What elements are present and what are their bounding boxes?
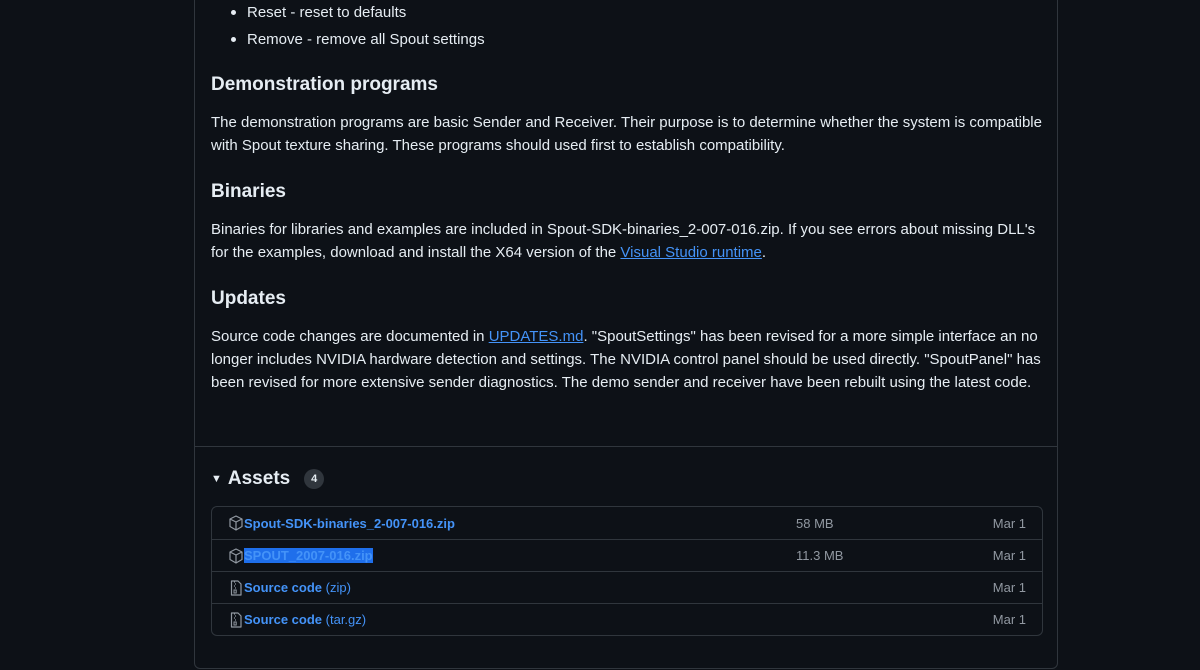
- asset-suffix: (zip): [322, 580, 351, 595]
- assets-list: Spout-SDK-binaries_2-007-016.zip 58 MB M…: [211, 506, 1043, 636]
- binaries-paragraph: Binaries for libraries and examples are …: [211, 218, 1051, 264]
- updates-paragraph: Source code changes are documented in UP…: [211, 325, 1051, 394]
- demo-paragraph: The demonstration programs are basic Sen…: [211, 114, 1042, 154]
- assets-count-badge: 4: [304, 469, 325, 489]
- asset-link[interactable]: Source code (zip): [244, 580, 351, 595]
- release-card: Reset - reset to defaults Remove - remov…: [194, 0, 1058, 669]
- asset-date: Mar 1: [992, 580, 1026, 595]
- asset-name: Source code: [244, 580, 323, 595]
- binaries-text-end: .: [761, 244, 767, 261]
- file-zip-icon: [228, 579, 244, 596]
- divider: [195, 446, 1057, 447]
- asset-date: Mar 1: [992, 612, 1026, 627]
- visual-studio-runtime-link[interactable]: Visual Studio runtime: [620, 244, 761, 261]
- asset-link[interactable]: Spout-SDK-binaries_2-007-016.zip: [244, 516, 455, 531]
- asset-date: Mar 1: [992, 515, 1026, 531]
- asset-row: SPOUT_2007-016.zip 11.3 MB Mar 1: [212, 539, 1042, 571]
- asset-row: Spout-SDK-binaries_2-007-016.zip 58 MB M…: [212, 507, 1042, 539]
- asset-name: Source code: [244, 612, 323, 627]
- settings-options-list: Reset - reset to defaults Remove - remov…: [221, 1, 485, 55]
- asset-suffix: (tar.gz): [322, 612, 367, 627]
- asset-name: SPOUT_2007-016.zip: [244, 548, 373, 563]
- binaries-heading: Binaries: [211, 181, 286, 202]
- assets-title: Assets: [227, 468, 291, 489]
- demo-heading: Demonstration programs: [211, 74, 438, 95]
- package-icon: [228, 515, 244, 531]
- asset-size: 11.3 MB: [796, 548, 844, 563]
- list-item: Remove - remove all Spout settings: [221, 28, 485, 55]
- package-icon: [228, 547, 244, 564]
- asset-row: Source code (zip) Mar 1: [212, 571, 1042, 603]
- asset-date: Mar 1: [992, 548, 1026, 563]
- updates-heading: Updates: [211, 288, 286, 309]
- asset-size: 58 MB: [796, 515, 834, 531]
- asset-row: Source code (tar.gz) Mar 1: [212, 603, 1042, 635]
- caret-down-icon: ▼: [211, 473, 222, 485]
- asset-link[interactable]: SPOUT_2007-016.zip: [244, 548, 373, 563]
- assets-toggle[interactable]: ▼ Assets 4: [211, 468, 325, 490]
- list-item: Reset - reset to defaults: [221, 1, 485, 28]
- updates-text: Source code changes are documented in: [211, 328, 489, 345]
- asset-link[interactable]: Source code (tar.gz): [244, 612, 366, 627]
- file-zip-icon: [228, 611, 244, 628]
- updates-md-link[interactable]: UPDATES.md: [489, 328, 584, 345]
- asset-name: Spout-SDK-binaries_2-007-016.zip: [244, 515, 455, 531]
